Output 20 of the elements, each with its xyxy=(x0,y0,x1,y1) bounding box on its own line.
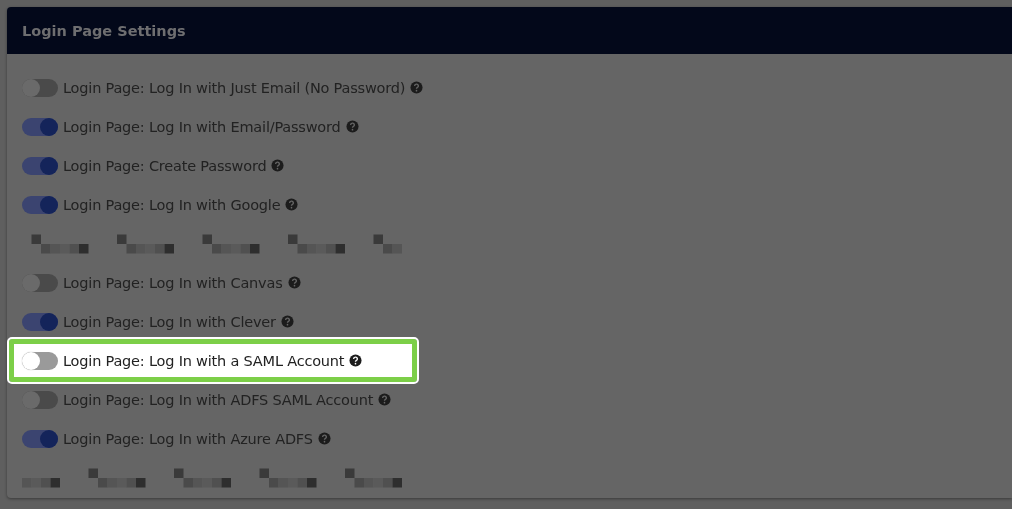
help-icon[interactable] xyxy=(349,354,363,367)
setting-label: Login Page: Log In with a SAML Account xyxy=(63,352,345,369)
setting-label: Login Page: Log In with Clever xyxy=(63,313,276,330)
toggle-switch[interactable] xyxy=(22,273,58,292)
toggle-switch[interactable] xyxy=(22,429,58,448)
setting-label: Login Page: Log In with Azure ADFS xyxy=(63,430,313,447)
toggle-switch[interactable] xyxy=(22,312,58,331)
toggle-switch[interactable] xyxy=(22,195,58,214)
panel-title: Login Page Settings xyxy=(22,22,186,39)
toggle-switch[interactable] xyxy=(22,156,58,175)
setting-label: Login Page: Log In with Google xyxy=(63,196,281,213)
setting-label: Login Page: Log In with Email/Password xyxy=(63,118,341,135)
setting-label: Login Page: Log In with Just Email (No Password) xyxy=(63,79,406,96)
toggle-switch[interactable] xyxy=(22,117,58,136)
setting-label: Login Page: Log In with ADFS SAML Account xyxy=(63,391,374,408)
toggle-switch[interactable] xyxy=(22,351,58,370)
setting-label: Login Page: Log In with Canvas xyxy=(63,274,283,291)
setting-label: Login Page: Create Password xyxy=(63,157,267,174)
toggle-switch[interactable] xyxy=(22,390,58,409)
toggle-switch[interactable] xyxy=(22,78,58,97)
